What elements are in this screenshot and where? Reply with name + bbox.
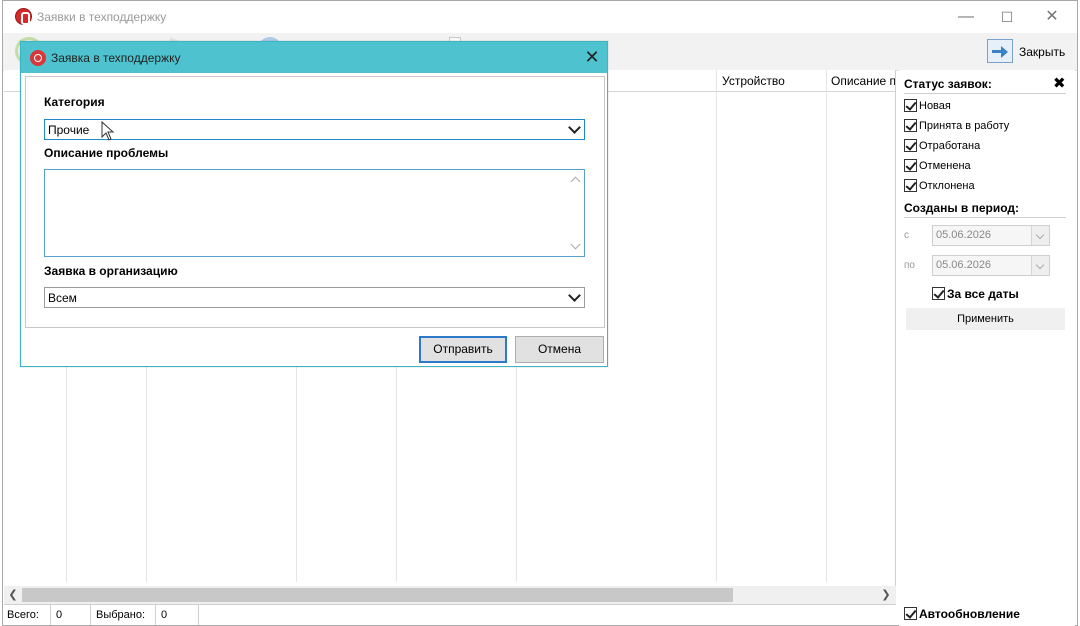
status-bar: Всего: 0 Выбрано: 0 xyxy=(4,604,896,625)
column-header-device[interactable]: Устройство xyxy=(722,74,822,88)
status-cancelled-label: Отменена xyxy=(919,159,971,172)
scroll-up-icon[interactable] xyxy=(570,176,581,187)
organization-select[interactable]: Всем xyxy=(44,287,585,308)
description-scrollbar[interactable] xyxy=(567,171,583,255)
checkbox-checked-icon xyxy=(904,179,917,192)
horizontal-scrollbar[interactable]: ❮ ❯ xyxy=(4,586,896,604)
support-request-dialog: Заявка в техподдержку ✕ Категория Прочие… xyxy=(20,41,608,367)
close-panel-icon[interactable]: ✖ xyxy=(1053,74,1066,92)
minimize-button[interactable]: — xyxy=(943,3,989,31)
organization-label: Заявка в организацию xyxy=(44,264,178,278)
status-divider xyxy=(50,605,51,625)
chevron-down-icon[interactable] xyxy=(568,121,581,134)
dialog-title: Заявка в техподдержку xyxy=(51,51,181,65)
mouse-cursor-icon xyxy=(101,121,115,141)
auto-refresh-label: Автообновление xyxy=(919,606,1020,621)
status-cancelled-checkbox[interactable]: Отменена xyxy=(904,159,971,175)
status-new-label: Новая xyxy=(919,99,951,112)
chevron-down-icon[interactable] xyxy=(568,289,581,302)
checkbox-checked-icon xyxy=(904,607,917,621)
checkbox-checked-icon xyxy=(904,119,917,132)
period-title: Созданы в период: xyxy=(904,201,1020,215)
auto-refresh-checkbox[interactable]: Автообновление xyxy=(904,606,1020,621)
column-divider xyxy=(826,70,827,582)
scroll-left-icon[interactable]: ❮ xyxy=(5,587,21,603)
scroll-down-icon[interactable] xyxy=(570,239,581,250)
dialog-titlebar: Заявка в техподдержку ✕ xyxy=(21,42,607,73)
exit-arrow-icon xyxy=(987,39,1013,63)
close-toolbar-button[interactable]: Закрыть xyxy=(987,38,1071,66)
status-in-progress-checkbox[interactable]: Принята в работу xyxy=(904,119,1009,135)
checkbox-checked-icon xyxy=(932,287,945,301)
all-dates-checkbox[interactable]: За все даты xyxy=(932,286,1019,302)
total-value: 0 xyxy=(56,609,63,621)
checkbox-checked-icon xyxy=(904,139,917,152)
main-titlebar: Заявки в техподдержку — ☐ ✕ xyxy=(3,1,1077,33)
to-label: по xyxy=(904,260,915,271)
dialog-app-icon xyxy=(30,50,46,66)
from-date-value: 05.06.2026 xyxy=(936,229,992,241)
status-rejected-checkbox[interactable]: Отклонена xyxy=(904,179,975,195)
column-divider xyxy=(716,70,717,582)
from-label: с xyxy=(904,230,909,241)
organization-value: Всем xyxy=(48,291,77,305)
submit-button[interactable]: Отправить xyxy=(419,336,507,363)
status-divider xyxy=(155,605,156,625)
status-filter-title: Статус заявок: xyxy=(904,77,992,91)
maximize-button[interactable]: ☐ xyxy=(984,3,1030,31)
filter-panel: Статус заявок: ✖ Новая Принята в работу … xyxy=(899,70,1075,626)
all-dates-label: За все даты xyxy=(947,286,1019,301)
column-header-description[interactable]: Описание пр xyxy=(831,74,895,88)
main-title: Заявки в техподдержку xyxy=(37,10,167,24)
selected-label: Выбрано: xyxy=(96,609,146,621)
status-rejected-label: Отклонена xyxy=(919,179,975,192)
panel-divider xyxy=(904,93,1066,94)
total-label: Всего: xyxy=(7,609,39,621)
from-date-picker[interactable]: 05.06.2026 xyxy=(932,225,1050,246)
status-done-checkbox[interactable]: Отработана xyxy=(904,139,980,155)
category-select[interactable]: Прочие xyxy=(44,119,585,140)
cancel-button[interactable]: Отмена xyxy=(515,336,604,363)
to-date-picker[interactable]: 05.06.2026 xyxy=(932,255,1050,276)
chevron-down-icon[interactable] xyxy=(1031,226,1049,245)
category-label: Категория xyxy=(44,95,105,109)
apply-button[interactable]: Применить xyxy=(906,308,1065,330)
description-textarea[interactable] xyxy=(44,169,585,257)
to-date-value: 05.06.2026 xyxy=(936,259,992,271)
checkbox-checked-icon xyxy=(904,99,917,112)
scroll-right-icon[interactable]: ❯ xyxy=(878,587,894,603)
status-in-progress-label: Принята в работу xyxy=(919,119,1010,132)
dialog-close-button[interactable]: ✕ xyxy=(581,46,603,68)
checkbox-checked-icon xyxy=(904,159,917,172)
close-toolbar-label: Закрыть xyxy=(1019,45,1066,59)
status-new-checkbox[interactable]: Новая xyxy=(904,99,951,115)
description-label: Описание проблемы xyxy=(44,146,169,160)
chevron-down-icon[interactable] xyxy=(1031,256,1049,275)
app-icon xyxy=(15,8,32,25)
category-value: Прочие xyxy=(48,123,90,137)
scrollbar-thumb[interactable] xyxy=(22,588,733,602)
status-divider xyxy=(198,605,199,625)
status-divider xyxy=(90,605,91,625)
status-done-label: Отработана xyxy=(919,139,981,152)
selected-value: 0 xyxy=(161,609,168,621)
panel-divider xyxy=(904,217,1066,218)
close-window-button[interactable]: ✕ xyxy=(1029,3,1075,31)
